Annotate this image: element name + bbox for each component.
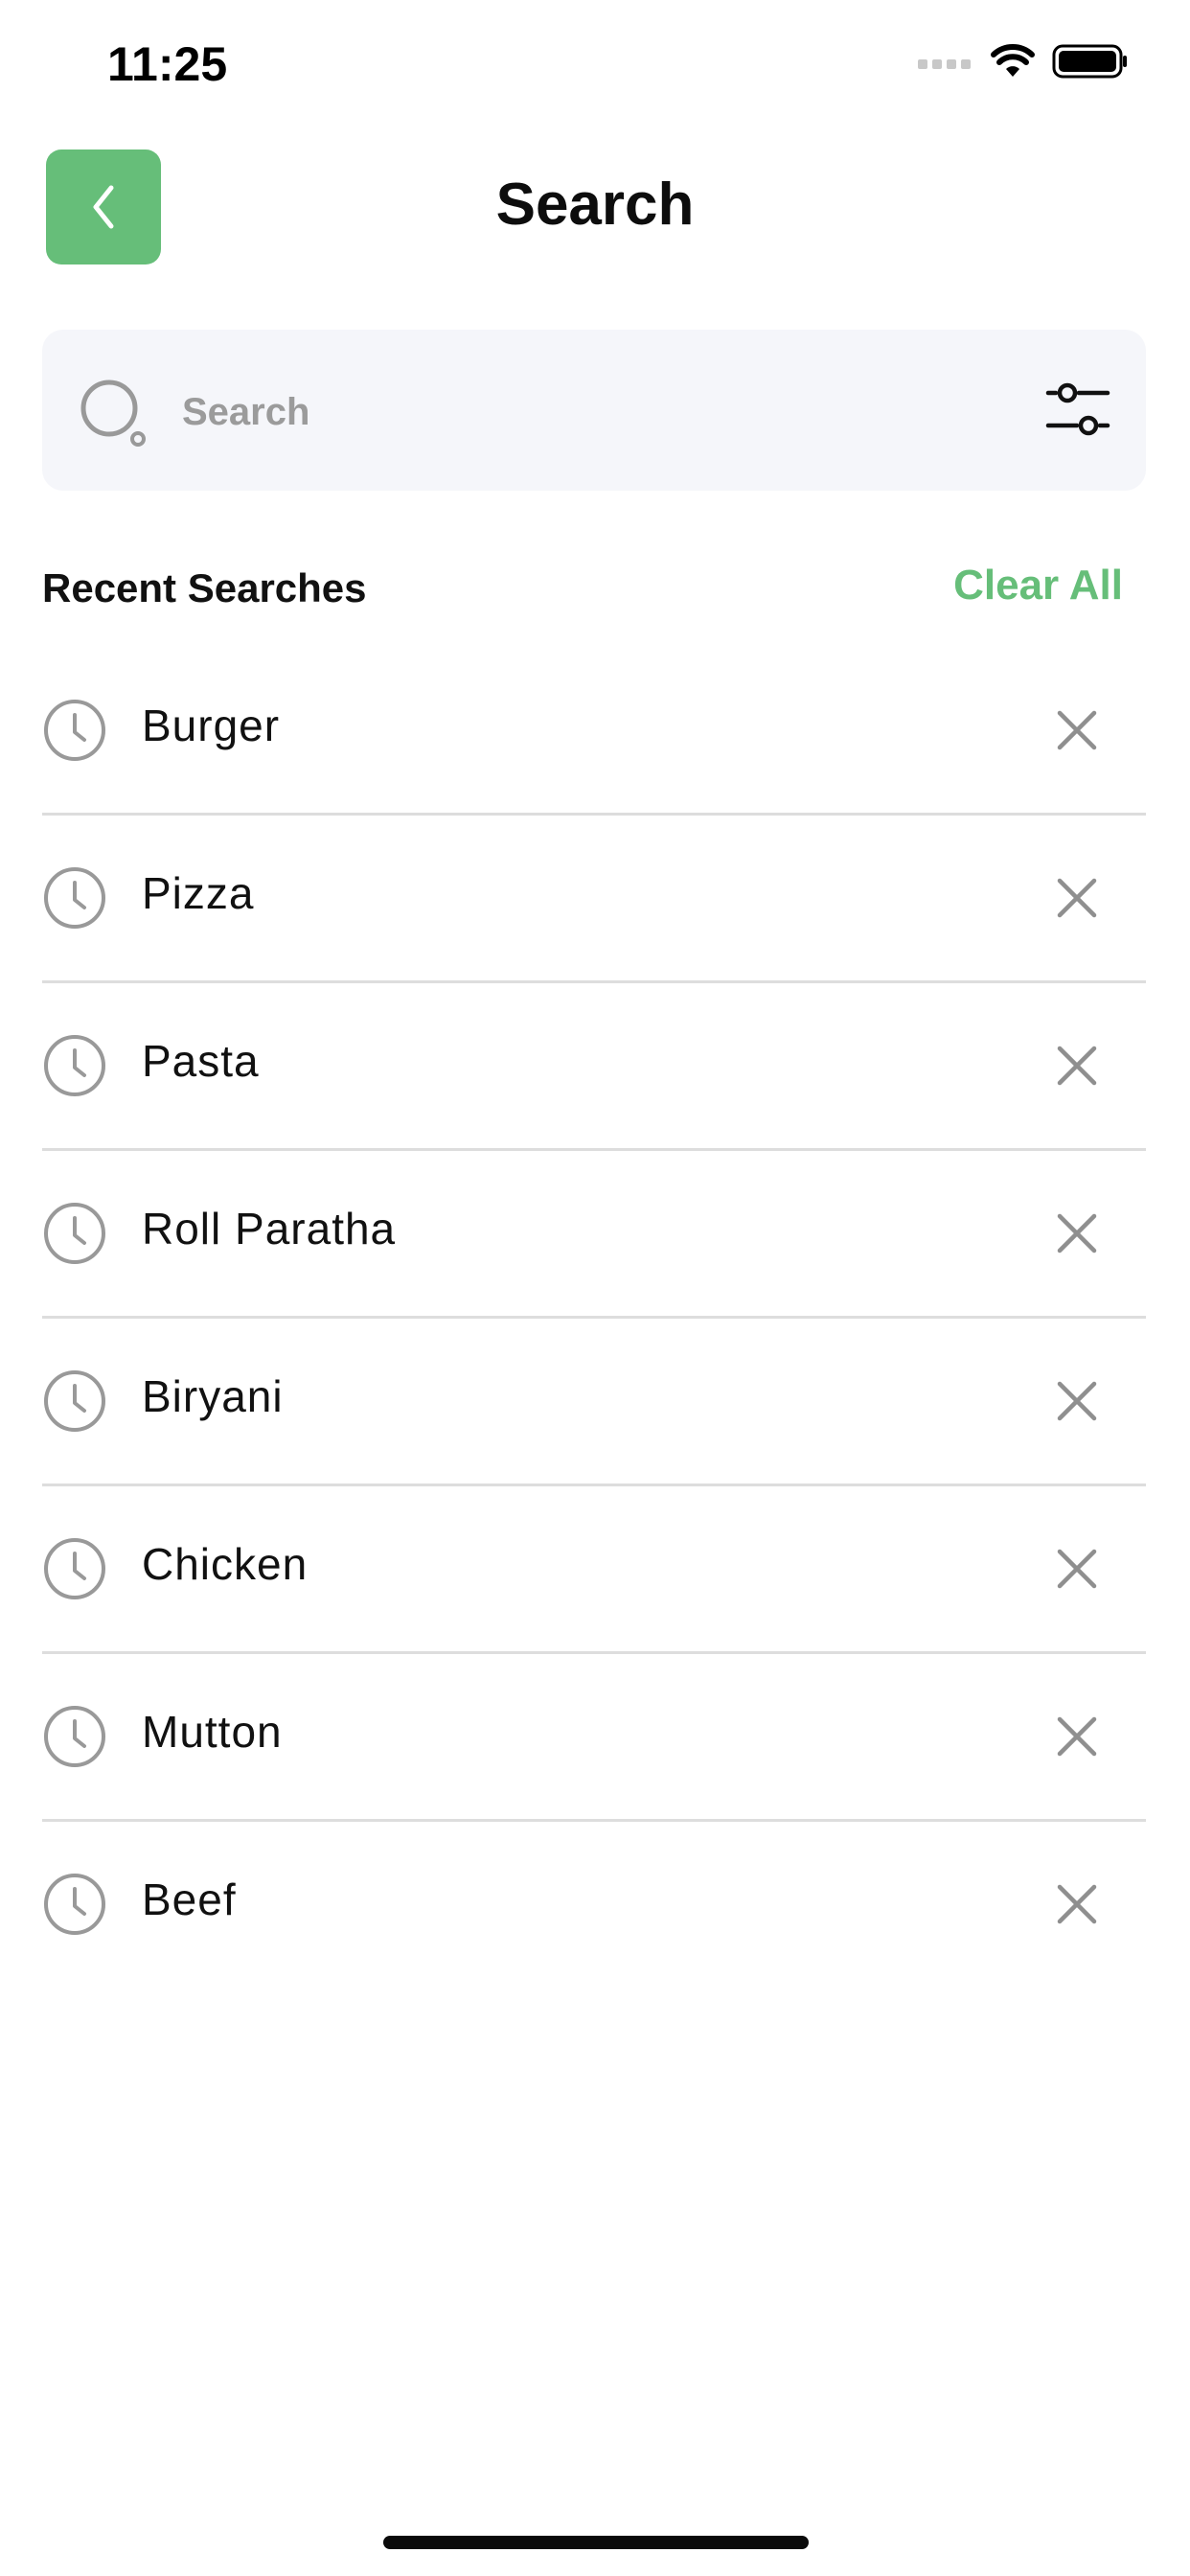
clock-icon <box>44 1874 105 1935</box>
clock-icon <box>44 1370 105 1432</box>
recent-search-label: Burger <box>142 701 281 750</box>
battery-icon <box>1052 44 1127 79</box>
wifi-icon <box>991 44 1035 77</box>
clock-icon <box>44 1035 105 1096</box>
status-time: 11:25 <box>107 37 228 91</box>
page-title: Search <box>495 172 695 238</box>
header: Search <box>0 144 1190 268</box>
clear-all-button[interactable]: Clear All <box>953 562 1123 610</box>
recent-search-label: Pasta <box>142 1036 260 1086</box>
recent-search-item[interactable]: Beef <box>42 1822 1146 1987</box>
recent-search-label: Roll Paratha <box>142 1204 397 1254</box>
sliders-icon[interactable] <box>1044 380 1111 441</box>
recent-search-label: Chicken <box>142 1539 309 1589</box>
close-icon[interactable] <box>1050 1374 1104 1428</box>
home-indicator <box>383 2536 809 2549</box>
section-title: Recent Searches <box>42 565 367 610</box>
clock-icon <box>44 1706 105 1767</box>
close-icon[interactable] <box>1050 1877 1104 1931</box>
close-icon[interactable] <box>1050 1039 1104 1092</box>
search-icon <box>80 380 146 447</box>
recent-search-item[interactable]: Mutton <box>42 1654 1146 1822</box>
recent-search-item[interactable]: Pasta <box>42 983 1146 1151</box>
clock-icon <box>44 1538 105 1599</box>
recent-search-item[interactable]: Biryani <box>42 1319 1146 1486</box>
recent-search-label: Beef <box>142 1874 237 1924</box>
recent-searches-list: Burger Pizza Pasta Roll Paratha Biryani … <box>42 648 1146 1987</box>
close-icon[interactable] <box>1050 1710 1104 1763</box>
recent-search-item[interactable]: Burger <box>42 648 1146 816</box>
recent-search-item[interactable]: Chicken <box>42 1486 1146 1654</box>
close-icon[interactable] <box>1050 1207 1104 1260</box>
close-icon[interactable] <box>1050 1542 1104 1596</box>
close-icon[interactable] <box>1050 871 1104 925</box>
signal-icon <box>918 59 971 69</box>
clock-icon <box>44 867 105 929</box>
recent-search-label: Pizza <box>142 868 255 918</box>
status-icons <box>918 44 1129 79</box>
clock-icon <box>44 1203 105 1264</box>
recent-search-item[interactable]: Pizza <box>42 816 1146 983</box>
close-icon[interactable] <box>1050 703 1104 757</box>
recent-search-label: Mutton <box>142 1707 283 1757</box>
recent-search-label: Biryani <box>142 1371 284 1421</box>
search-bar <box>42 330 1146 491</box>
search-input[interactable] <box>180 378 950 447</box>
clock-icon <box>44 700 105 761</box>
recent-search-item[interactable]: Roll Paratha <box>42 1151 1146 1319</box>
recent-searches-header: Recent Searches Clear All <box>42 560 1123 627</box>
status-bar: 11:25 <box>0 0 1190 125</box>
